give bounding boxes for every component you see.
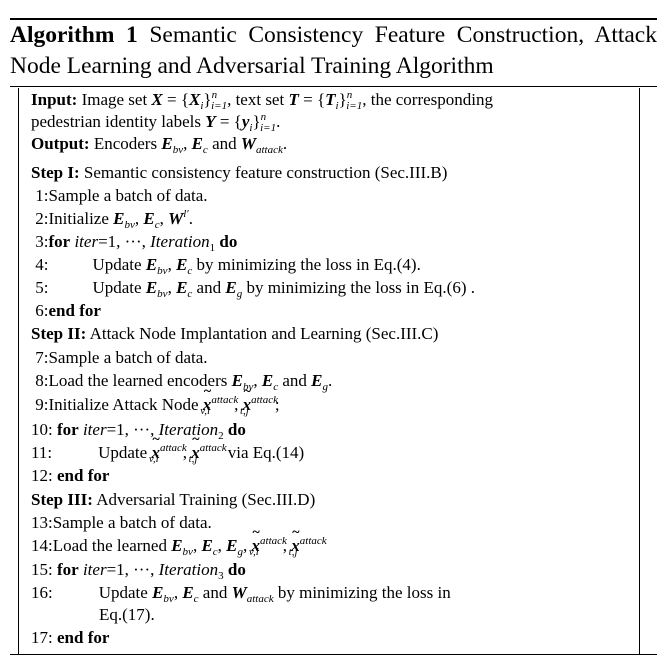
- input-line-2: pedestrian identity labels Y = {yi}ni=1.: [31, 111, 281, 134]
- algo-line-4: 4: Update Ebv, Ec by minimizing the loss …: [31, 255, 421, 277]
- step-3-heading: Step III: Adversarial Training (Sec.III.…: [31, 490, 631, 510]
- algo-line-1: 1:Sample a batch of data.: [31, 186, 208, 205]
- step-1-title: Semantic consistency feature constructio…: [83, 163, 448, 182]
- step-1-label: Step I:: [31, 163, 80, 182]
- algo-line-3: 3:for iter=1, ···, Iteration1 do: [31, 232, 238, 254]
- step-2-label: Step II:: [31, 324, 87, 343]
- algo-line-16b: Eq.(17).: [99, 605, 155, 624]
- algo-line-10: 10: for iter=1, ···, Iteration2 do: [31, 420, 246, 442]
- step-3-label: Step III:: [31, 490, 93, 509]
- step-2-title: Attack Node Implantation and Learning (S…: [89, 324, 439, 343]
- step-3-title: Adversarial Training (Sec.III.D): [96, 490, 316, 509]
- step-2-heading: Step II: Attack Node Implantation and Le…: [31, 324, 631, 344]
- algo-line-8: 8:Load the learned encoders Ebv, Ec and …: [31, 371, 333, 393]
- step-1-heading: Step I: Semantic consistency feature con…: [31, 163, 631, 183]
- algorithm-caption: Algorithm 1 Semantic Consistency Feature…: [10, 20, 657, 82]
- bottom-rule: [10, 654, 657, 655]
- algo-line-6: 6:end for: [31, 301, 101, 320]
- algorithm-body: Input: Image set X = {Xi}ni=1, text set …: [18, 88, 640, 654]
- algo-line-16a: 16: Update Ebv, Ec and Wattack by minimiz…: [31, 583, 451, 605]
- algorithm-label: Algorithm 1: [10, 22, 138, 48]
- algo-line-5: 5: Update Ebv, Ec and Eg by minimizing th…: [31, 278, 475, 300]
- algo-line-7: 7:Sample a batch of data.: [31, 348, 208, 367]
- algo-line-11: 11:Update xattackv,i, xattackt,j via Eq.…: [31, 430, 631, 465]
- input-label: Input:: [31, 90, 78, 109]
- caption-rule: [10, 86, 657, 87]
- algo-line-9: 9:Initialize Attack Node xattackv,i, xat…: [31, 382, 631, 417]
- input-line-1: Input: Image set X = {Xi}ni=1, text set …: [31, 89, 493, 112]
- algo-line-13: 13:Sample a batch of data.: [31, 513, 212, 532]
- algo-line-14: 14:Load the learned Ebv, Ec, Eg, xattack…: [31, 523, 631, 558]
- algo-line-17: 17: end for: [31, 628, 110, 647]
- algo-line-2: 2:Initialize Ebv, Ec, Wl′.: [31, 208, 193, 231]
- output-label: Output:: [31, 134, 90, 153]
- algo-line-15: 15: for iter=1, ···, Iteration3 do: [31, 560, 246, 582]
- algo-line-12: 12: end for: [31, 466, 110, 485]
- output-line: Output: Encoders Ebv, Ec and Wattack.: [31, 134, 288, 156]
